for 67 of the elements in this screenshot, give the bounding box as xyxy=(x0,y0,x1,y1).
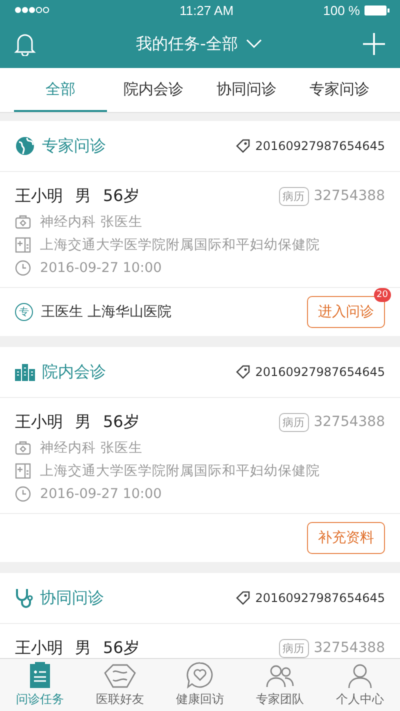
battery-percent: 100 % xyxy=(323,2,360,18)
hospital-document-icon xyxy=(15,462,31,478)
task-card[interactable]: 专家问诊 20160927987654645 王小明 男 56岁 病历 32754388 神经内科 张医生 上海交通大学医学院附属国际和平妇幼保健院 2016-09-27 10:00 专 王医生 上海华山医院 进入问诊 20 xyxy=(0,121,400,336)
clock-icon xyxy=(15,260,31,276)
task-card[interactable]: 协同问诊 20160927987654645 王小明 男 56岁 病历 32754388 xyxy=(0,573,400,658)
unread-badge: 20 xyxy=(374,288,391,302)
order-number: 20160927987654645 xyxy=(255,139,385,153)
expert-mark: 专 xyxy=(15,303,33,321)
bottom-tab[interactable]: 个人中心 xyxy=(320,659,400,711)
patient-gender: 男 xyxy=(75,412,91,432)
filter-tab[interactable]: 协同问诊 xyxy=(200,68,293,112)
patient-age: 56岁 xyxy=(103,412,140,432)
appointment-time: 2016-09-27 10:00 xyxy=(40,486,162,502)
stethoscope-icon xyxy=(15,588,33,608)
task-type: 专家问诊 xyxy=(42,136,106,156)
order-number: 20160927987654645 xyxy=(255,365,385,379)
globe-icon xyxy=(15,136,35,156)
tag-icon xyxy=(236,365,250,379)
patient-age: 56岁 xyxy=(103,186,140,206)
patient-gender: 男 xyxy=(75,638,91,658)
nav-title-dropdown[interactable]: 我的任务-全部 xyxy=(136,34,262,54)
patient-name: 王小明 xyxy=(15,186,63,206)
signal-icon xyxy=(14,6,50,14)
expert-doctor: 王医生 上海华山医院 xyxy=(41,303,172,321)
action-button[interactable]: 进入问诊 xyxy=(307,296,385,328)
record-tag: 病历 xyxy=(278,186,309,206)
order-number: 20160927987654645 xyxy=(255,591,385,605)
buildings-icon xyxy=(15,363,35,381)
notification-icon[interactable] xyxy=(14,32,36,56)
department-doctor: 神经内科 张医生 xyxy=(40,212,142,230)
medical-kit-icon xyxy=(15,214,31,228)
task-type: 协同问诊 xyxy=(40,588,104,608)
tag-icon xyxy=(236,591,250,605)
medical-kit-icon xyxy=(15,440,31,454)
person-icon xyxy=(347,663,373,689)
department-doctor: 神经内科 张医生 xyxy=(40,438,142,456)
record-number: 32754388 xyxy=(314,188,385,204)
hospital-document-icon xyxy=(15,236,31,252)
battery-icon xyxy=(364,4,390,16)
task-card[interactable]: 院内会诊 20160927987654645 王小明 男 56岁 病历 32754388 神经内科 张医生 上海交通大学医学院附属国际和平妇幼保健院 2016-09-27 10:00 补充资料 xyxy=(0,347,400,562)
heart-bubble-icon xyxy=(186,661,214,689)
filter-tab[interactable]: 全部 xyxy=(14,68,107,112)
filter-tab[interactable]: 专家问诊 xyxy=(293,68,386,112)
bottom-tab[interactable]: 健康回访 xyxy=(160,659,240,711)
clipboard-icon xyxy=(29,661,51,689)
status-time: 11:27 AM xyxy=(180,2,234,18)
record-number: 32754388 xyxy=(314,414,385,430)
add-icon[interactable] xyxy=(362,32,386,56)
hospital-name: 上海交通大学医学院附属国际和平妇幼保健院 xyxy=(40,462,320,480)
appointment-time: 2016-09-27 10:00 xyxy=(40,260,162,276)
clock-icon xyxy=(15,486,31,502)
task-type: 院内会诊 xyxy=(42,362,106,382)
filter-tab[interactable]: 院内会诊 xyxy=(107,68,200,112)
hospital-name: 上海交通大学医学院附属国际和平妇幼保健院 xyxy=(40,236,320,254)
bottom-tab[interactable]: 专家团队 xyxy=(240,659,320,711)
patient-gender: 男 xyxy=(75,186,91,206)
bottom-tab[interactable]: 医联好友 xyxy=(80,659,160,711)
action-button[interactable]: 补充资料 xyxy=(307,522,385,554)
record-tag: 病历 xyxy=(278,412,309,432)
tag-icon xyxy=(236,139,250,153)
bottom-tab[interactable]: 问诊任务 xyxy=(0,659,80,711)
chevron-down-icon xyxy=(246,39,262,49)
patient-age: 56岁 xyxy=(103,638,140,658)
patient-name: 王小明 xyxy=(15,638,63,658)
record-number: 32754388 xyxy=(314,640,385,656)
patient-name: 王小明 xyxy=(15,412,63,432)
team-icon xyxy=(265,663,295,689)
